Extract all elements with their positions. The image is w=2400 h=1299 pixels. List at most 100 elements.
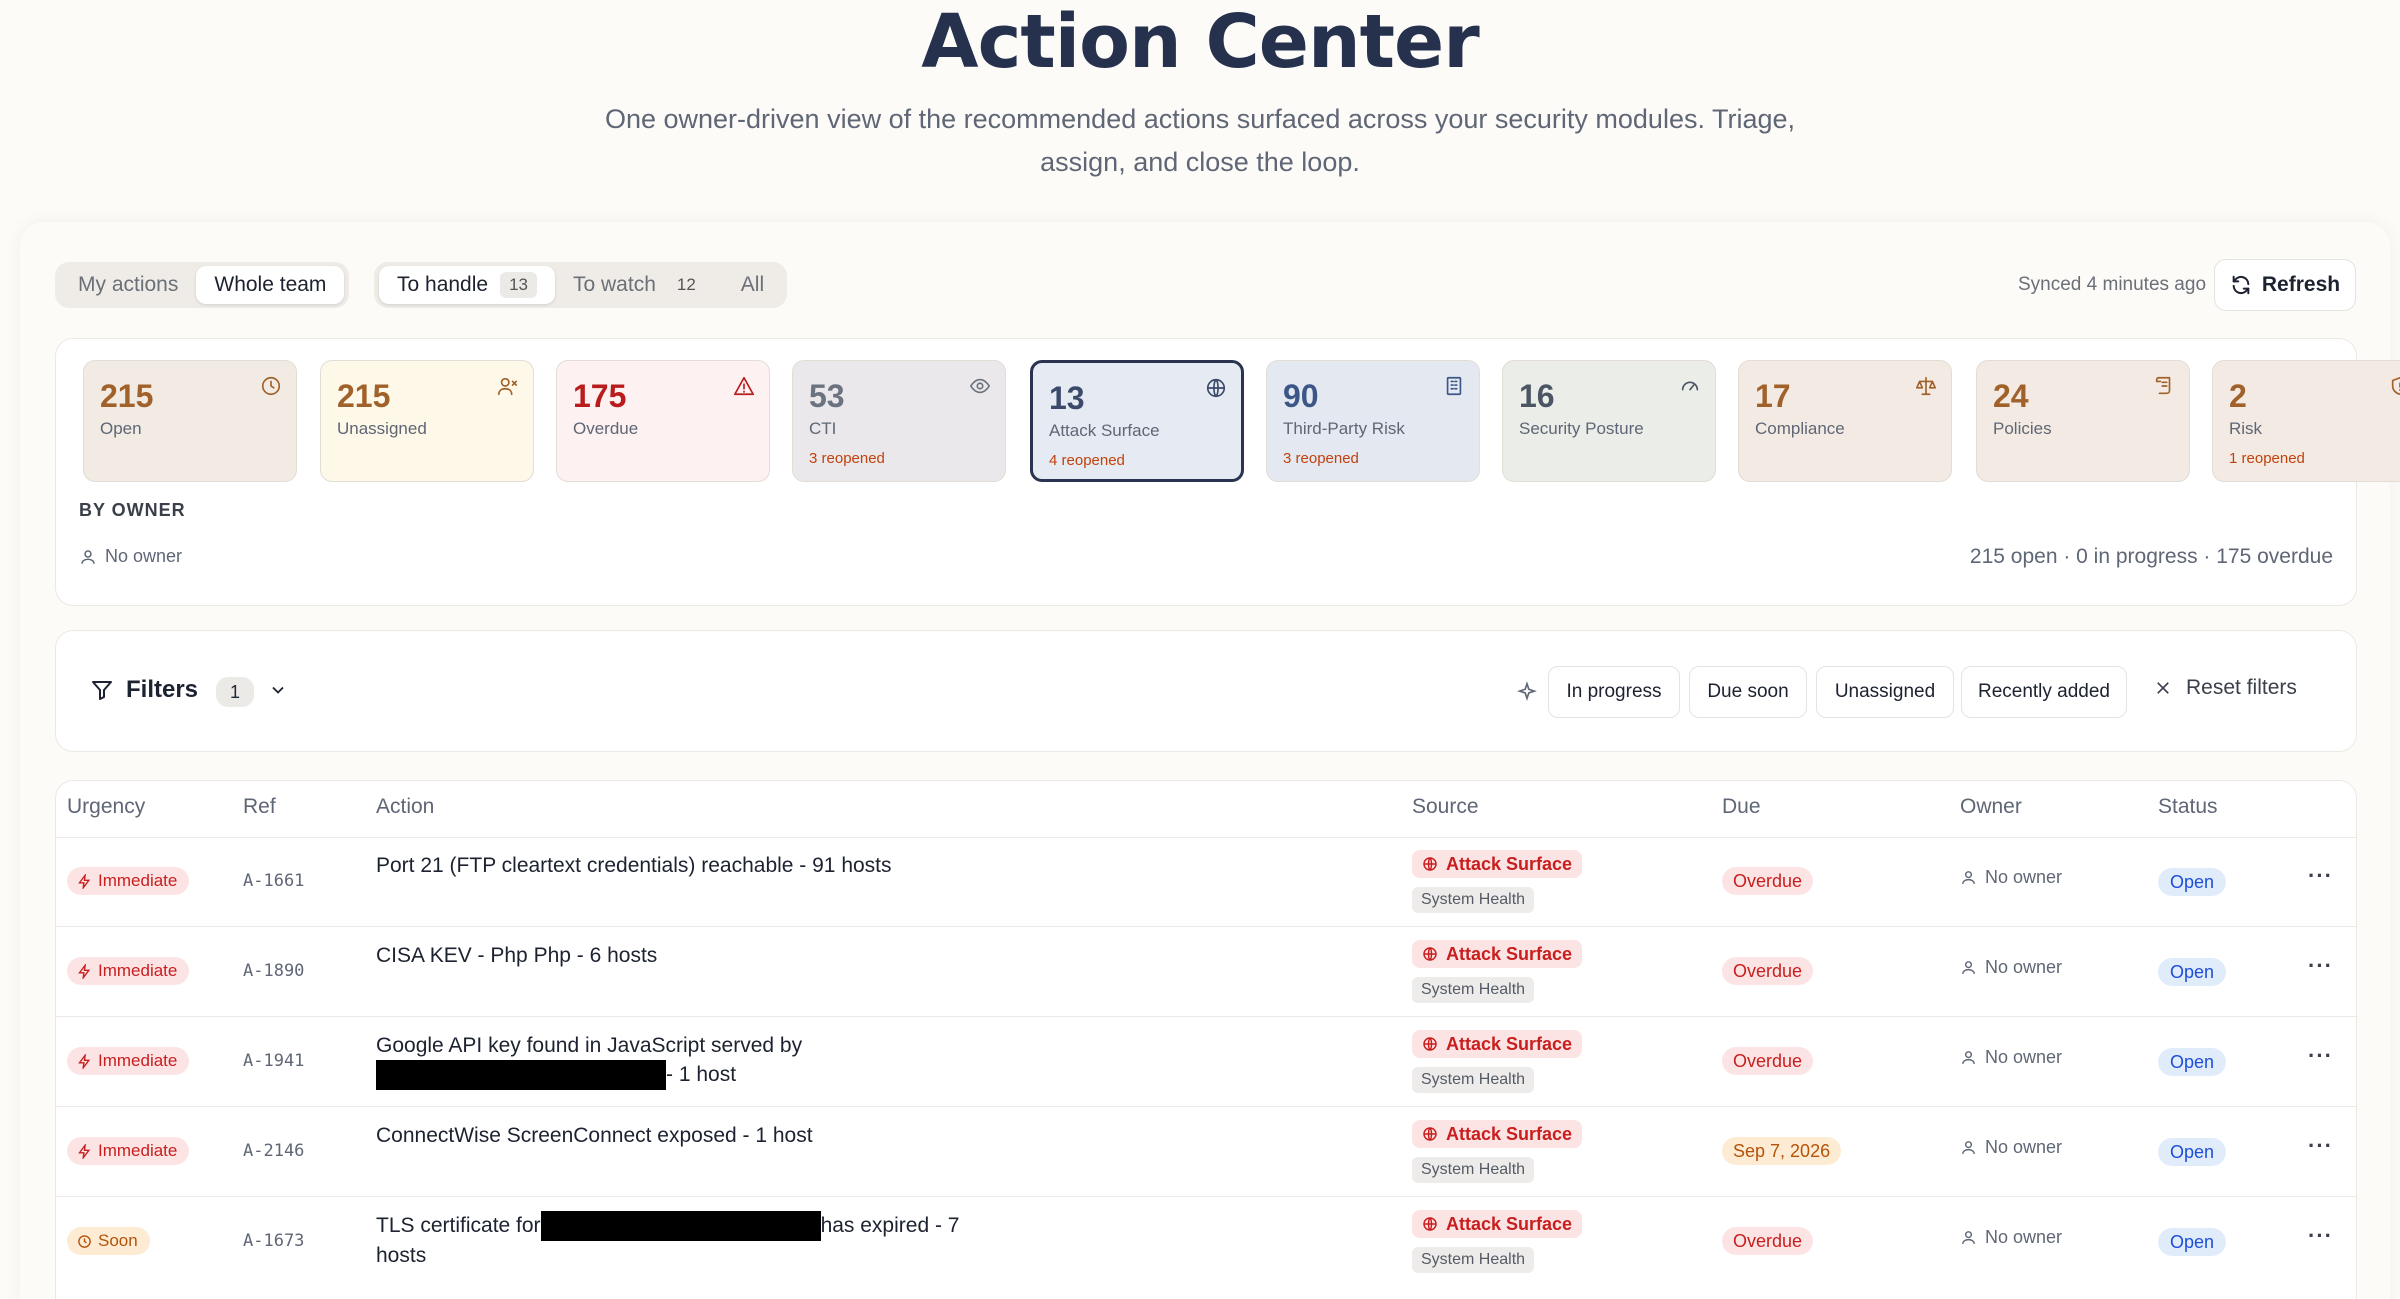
refresh-button[interactable]: Refresh [2214, 259, 2356, 311]
page-title: Action Center [921, 0, 1479, 85]
tab-to-watch[interactable]: To watch 12 [555, 266, 723, 304]
row-more-button[interactable]: ··· [2308, 953, 2333, 979]
urgency-label: Immediate [98, 1051, 178, 1070]
quick-filter-in-progress[interactable]: In progress [1548, 666, 1680, 718]
source-label: Attack Surface [1446, 1213, 1573, 1234]
column-header-status[interactable]: Status [2158, 795, 2218, 819]
summary-tile-attack-surface[interactable]: 13 Attack Surface 4 reopened [1030, 360, 1244, 482]
by-owner-heading: BY OWNER [79, 500, 186, 520]
owner-cell[interactable]: No owner [1960, 1137, 2062, 1158]
module-badge: System Health [1412, 1067, 1535, 1093]
summary-tile-third-party-risk[interactable]: 90 Third-Party Risk 3 reopened [1266, 360, 1480, 482]
tab-to-watch-label: To watch [573, 273, 656, 296]
row-more-button[interactable]: ··· [2308, 1133, 2333, 1159]
source-badge: Attack Surface [1412, 1030, 1583, 1058]
column-header-urgency[interactable]: Urgency [67, 795, 145, 819]
column-header-due[interactable]: Due [1722, 795, 1761, 819]
column-header-source[interactable]: Source [1412, 795, 1479, 819]
action-title[interactable]: CISA KEV - Php Php - 6 hosts [376, 941, 996, 970]
tile-count: 16 [1519, 378, 1555, 414]
tile-label: Security Posture [1519, 419, 1644, 438]
column-header-ref[interactable]: Ref [243, 795, 276, 819]
column-header-action[interactable]: Action [376, 795, 434, 819]
owner-filter-no-owner[interactable]: No owner [79, 546, 182, 567]
summary-tile-cti[interactable]: 53 CTI 3 reopened [792, 360, 1006, 482]
summary-tile-unassigned[interactable]: 215 Unassigned [320, 360, 534, 482]
bolt-icon [78, 873, 91, 889]
tile-label: CTI [809, 419, 837, 438]
owner-cell[interactable]: No owner [1960, 1227, 2062, 1248]
module-badge: System Health [1412, 887, 1535, 913]
row-divider [56, 837, 2356, 838]
tab-all[interactable]: All [723, 266, 782, 304]
refresh-icon [2232, 275, 2250, 295]
summary-tile-overdue[interactable]: 175 Overdue [556, 360, 770, 482]
scope-whole-team-label: Whole team [214, 273, 327, 296]
filter-icon [92, 681, 112, 700]
tab-to-handle[interactable]: To handle 13 [379, 266, 555, 304]
action-title[interactable]: TLS certificate for has expired - 7 hosts [376, 1211, 996, 1270]
action-text: CISA KEV - Php Php - 6 hosts [376, 944, 658, 967]
status-badge: Open [2158, 868, 2227, 896]
urgency-badge: Immediate [67, 867, 190, 895]
quick-filter-due-soon[interactable]: Due soon [1689, 666, 1807, 718]
action-ref: A-1890 [243, 961, 305, 981]
redacted-block [540, 1211, 821, 1242]
action-text: ConnectWise ScreenConnect exposed - 1 ho… [376, 1124, 813, 1147]
source-badge: Attack Surface [1412, 850, 1583, 878]
module-badge: System Health [1412, 1157, 1535, 1183]
refresh-label: Refresh [2261, 273, 2341, 296]
bolt-icon [78, 963, 91, 979]
summary-tile-policies[interactable]: 24 Policies [1976, 360, 2190, 482]
source-label: Attack Surface [1446, 943, 1573, 964]
tile-count: 2 [2229, 378, 2247, 414]
scope-my-actions[interactable]: My actions [60, 266, 196, 304]
column-header-owner[interactable]: Owner [1960, 795, 2022, 819]
action-title[interactable]: Port 21 (FTP cleartext credentials) reac… [376, 851, 996, 880]
owner-label: No owner [1985, 1047, 2063, 1067]
urgency-badge: Soon [67, 1227, 150, 1255]
quick-filter-unassigned[interactable]: Unassigned [1816, 666, 1954, 718]
scope-whole-team[interactable]: Whole team [196, 266, 345, 304]
tab-all-label: All [740, 273, 765, 296]
reset-filters-button[interactable]: Reset filters [2154, 676, 2297, 700]
quick-filter-recently-added[interactable]: Recently added [1961, 666, 2127, 718]
urgency-label: Immediate [98, 1141, 178, 1160]
action-ref: A-1941 [243, 1051, 305, 1071]
row-more-button[interactable]: ··· [2308, 863, 2333, 889]
action-ref: A-1673 [243, 1231, 305, 1251]
tile-count: 24 [1993, 378, 2029, 414]
row-divider [56, 1196, 2356, 1197]
user-icon [1962, 961, 1975, 974]
tab-to-watch-count: 12 [676, 275, 696, 294]
source-badge: Attack Surface [1412, 1120, 1583, 1148]
tile-count: 215 [100, 378, 154, 414]
tile-label: Attack Surface [1049, 421, 1160, 440]
owner-cell[interactable]: No owner [1960, 867, 2062, 888]
tile-count: 215 [337, 378, 391, 414]
clock-icon [78, 1234, 91, 1248]
action-title[interactable]: Google API key found in JavaScript serve… [376, 1031, 996, 1091]
summary-tile-open[interactable]: 215 Open [83, 360, 297, 482]
module-badge: System Health [1412, 977, 1535, 1003]
tile-count: 175 [573, 378, 627, 414]
row-more-button[interactable]: ··· [2308, 1223, 2333, 1249]
globe-icon [1206, 378, 1226, 398]
action-title[interactable]: ConnectWise ScreenConnect exposed - 1 ho… [376, 1121, 996, 1150]
tab-to-handle-count: 13 [500, 272, 537, 298]
summary-tile-risk[interactable]: 2 Risk 1 reopened [2212, 360, 2400, 482]
scale-icon [1916, 376, 1936, 396]
summary-tile-compliance[interactable]: 17 Compliance [1738, 360, 1952, 482]
tile-count: 13 [1049, 380, 1085, 416]
summary-tile-security-posture[interactable]: 16 Security Posture [1502, 360, 1716, 482]
row-more-button[interactable]: ··· [2308, 1043, 2333, 1069]
no-owner-label: No owner [105, 546, 183, 566]
owner-label: No owner [1985, 1227, 2063, 1247]
owner-cell[interactable]: No owner [1960, 957, 2062, 978]
filters-toggle[interactable]: Filters [90, 676, 198, 704]
page-subtitle: One owner-driven view of the recommended… [604, 104, 1796, 177]
owner-cell[interactable]: No owner [1960, 1047, 2062, 1068]
filters-count-badge: 1 [216, 677, 254, 707]
chevron-down-icon[interactable] [268, 680, 288, 700]
redacted-block [376, 1060, 666, 1091]
